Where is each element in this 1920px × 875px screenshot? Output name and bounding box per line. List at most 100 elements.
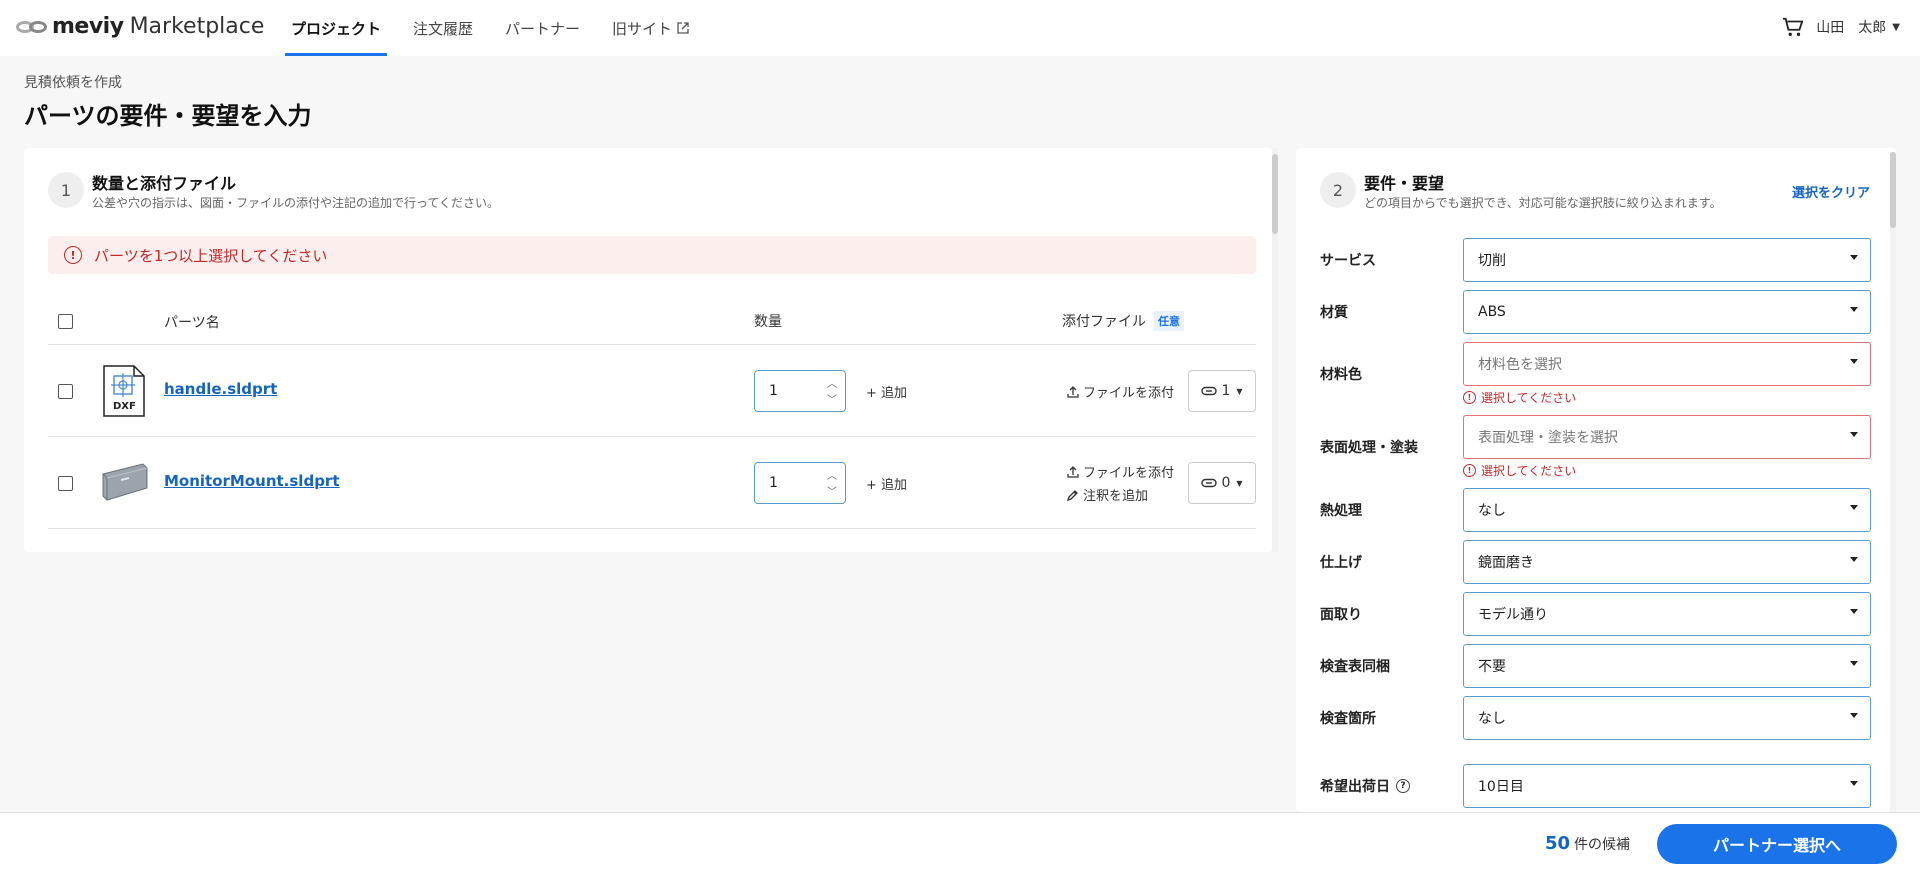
select-service[interactable]: 切削 [1463, 238, 1871, 282]
col-part-name: パーツ名 [164, 315, 220, 331]
cart-icon[interactable] [1782, 16, 1804, 38]
left-scrollbar[interactable] [1272, 148, 1278, 552]
dxf-file-icon: DXF [102, 364, 146, 418]
nav-order-history[interactable]: 注文履歴 [407, 0, 479, 56]
select-value: なし [1478, 503, 1506, 519]
dropdown-arrow-icon [1850, 661, 1858, 666]
meviy-logo[interactable]: meviy Marketplace [16, 14, 264, 39]
user-name: 山田 太郎 [1816, 20, 1887, 36]
dropdown-arrow-icon [1850, 609, 1858, 614]
scrollbar-thumb[interactable] [1890, 152, 1896, 228]
add-note-button[interactable]: 注釈を追加 [1067, 485, 1148, 504]
quantity-attachment-panel: 1 数量と添付ファイル 公差や穴の指示は、図面・ファイルの添付や注記の追加で行っ… [24, 148, 1278, 552]
help-icon[interactable]: ? [1396, 779, 1410, 793]
requirements-panel: 2 要件・要望 どの項目からでも選択でき、対応可能な選択肢に絞り込まれます。 選… [1296, 148, 1896, 812]
select-material[interactable]: ABS [1463, 290, 1871, 334]
nav-old-site-label: 旧サイト [612, 19, 673, 38]
select-value: 切削 [1478, 253, 1506, 269]
chevron-down-icon[interactable]: ﹀ [827, 391, 837, 406]
select-ship-date[interactable]: 10日目 [1463, 764, 1871, 808]
caret-down-icon: ▼ [1236, 478, 1243, 488]
select-surface-treatment[interactable]: 表面処理・塗装を選択 [1463, 415, 1871, 459]
external-link-icon [677, 22, 689, 34]
col-attachments: 添付ファイル 任意 [1062, 311, 1184, 331]
part-link-monitormount[interactable]: MonitorMount.sldprt [164, 472, 340, 490]
logo-suffix: Marketplace [129, 14, 265, 39]
select-inspection-points[interactable]: なし [1463, 696, 1871, 740]
optional-badge: 任意 [1154, 311, 1184, 331]
add-label: 追加 [881, 386, 908, 401]
page-title: パーツの要件・要望を入力 [24, 102, 312, 130]
paperclip-icon [1201, 478, 1218, 488]
step-number-1: 1 [48, 172, 84, 208]
section1-subtitle: 公差や穴の指示は、図面・ファイルの添付や注記の追加で行ってください。 [92, 196, 500, 210]
label-heat-treatment: 熱処理 [1320, 503, 1362, 519]
select-placeholder: 表面処理・塗装を選択 [1478, 430, 1618, 446]
select-all-checkbox[interactable] [58, 314, 73, 329]
dropdown-arrow-icon [1850, 307, 1858, 312]
dropdown-arrow-icon [1850, 432, 1858, 437]
select-inspection-sheet[interactable]: 不要 [1463, 644, 1871, 688]
select-material-color[interactable]: 材料色を選択 [1463, 342, 1871, 386]
add-quantity-button[interactable]: + 追加 [866, 474, 907, 493]
quantity-stepper[interactable]: 1 ︿ ﹀ [754, 370, 846, 412]
attach-file-button[interactable]: ファイルを添付 [1067, 382, 1174, 401]
section2-subtitle: どの項目からでも選択でき、対応可能な選択肢に絞り込まれます。 [1364, 196, 1722, 210]
plus-icon: + [866, 478, 882, 493]
select-value: なし [1478, 711, 1506, 727]
attach-file-button[interactable]: ファイルを添付 [1067, 462, 1174, 481]
note-label: 注釈を追加 [1083, 489, 1149, 504]
candidate-count: 50 件の候補 [1545, 833, 1630, 854]
add-label: 追加 [881, 478, 908, 493]
select-value: ABS [1478, 304, 1506, 320]
user-menu[interactable]: 山田 太郎 ▼ [1816, 17, 1900, 37]
ship-date-label: 希望出荷日 [1320, 779, 1390, 795]
field-error: ! 選択してください [1463, 389, 1576, 406]
select-value: 鏡面磨き [1478, 555, 1534, 571]
section2-title: 要件・要望 [1364, 174, 1445, 193]
nav-old-site[interactable]: 旧サイト [606, 0, 695, 56]
select-finish[interactable]: 鏡面磨き [1463, 540, 1871, 584]
row-checkbox[interactable] [58, 476, 73, 491]
caret-down-icon: ▼ [1892, 21, 1900, 33]
select-value: 10日目 [1478, 779, 1524, 795]
top-header: meviy Marketplace プロジェクト 注文履歴 パートナー 旧サイト… [0, 0, 1920, 56]
chevron-up-icon[interactable]: ︿ [827, 467, 837, 482]
attachment-count: 0 [1221, 475, 1231, 491]
breadcrumb[interactable]: 見積依頼を作成 [24, 72, 122, 92]
field-error: ! 選択してください [1463, 462, 1576, 479]
label-surface-treatment: 表面処理・塗装 [1320, 440, 1418, 456]
select-heat-treatment[interactable]: なし [1463, 488, 1871, 532]
logo-brand: meviy [52, 14, 124, 39]
nav-partners[interactable]: パートナー [499, 0, 586, 56]
footer-bar: 50 件の候補 パートナー選択へ [0, 812, 1920, 875]
part-link-handle[interactable]: handle.sldprt [164, 380, 277, 398]
label-material: 材質 [1320, 305, 1348, 321]
add-quantity-button[interactable]: + 追加 [866, 382, 907, 401]
right-scrollbar[interactable] [1890, 152, 1896, 812]
error-alert: ! パーツを1つ以上選択してください [48, 236, 1256, 274]
chevron-up-icon[interactable]: ︿ [827, 375, 837, 390]
attachment-count-button[interactable]: 0 ▼ [1188, 462, 1256, 504]
attachment-count-button[interactable]: 1 ▼ [1188, 370, 1256, 412]
label-chamfer: 面取り [1320, 607, 1362, 623]
candidate-number: 50 [1544, 833, 1570, 854]
alert-message: パーツを1つ以上選択してください [94, 246, 328, 265]
error-icon: ! [64, 246, 82, 264]
chevron-down-icon[interactable]: ﹀ [827, 483, 837, 498]
clear-selection-link[interactable]: 選択をクリア [1792, 182, 1870, 201]
quantity-stepper[interactable]: 1 ︿ ﹀ [754, 462, 846, 504]
section1-title: 数量と添付ファイル [92, 174, 237, 193]
scrollbar-thumb[interactable] [1272, 154, 1278, 234]
step-number-2: 2 [1320, 172, 1356, 208]
quantity-value: 1 [769, 383, 778, 399]
dropdown-arrow-icon [1850, 255, 1858, 260]
next-partner-button[interactable]: パートナー選択へ [1657, 824, 1897, 864]
dropdown-arrow-icon [1850, 359, 1858, 364]
header-right: 山田 太郎 ▼ [1782, 16, 1900, 38]
label-inspection-sheet: 検査表同梱 [1320, 659, 1390, 675]
row-checkbox[interactable] [58, 384, 73, 399]
select-chamfer[interactable]: モデル通り [1463, 592, 1871, 636]
nav-projects[interactable]: プロジェクト [285, 0, 388, 56]
logo-mark-icon [16, 19, 50, 35]
